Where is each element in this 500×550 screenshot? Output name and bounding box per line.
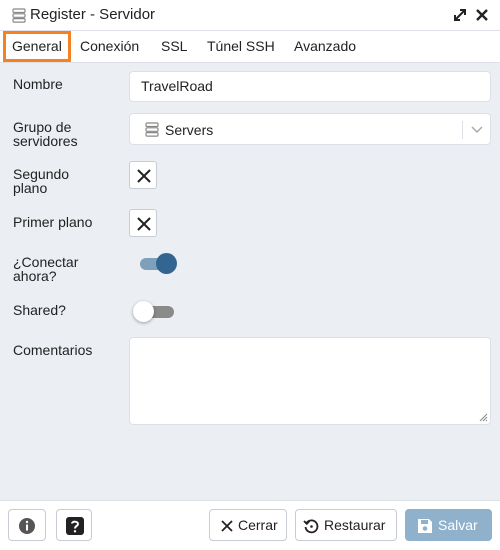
shared-switch[interactable] xyxy=(133,300,174,322)
dialog-titlebar: Register - Servidor xyxy=(0,0,500,31)
grupo-label-line1: Grupo de xyxy=(13,119,72,135)
save-icon xyxy=(418,519,432,533)
grupo-select-value: Servers xyxy=(165,122,214,138)
chevron-down-icon[interactable] xyxy=(470,124,484,136)
grupo-label-line2: servidores xyxy=(13,133,78,149)
segundo-plano-checkbox[interactable] xyxy=(129,161,157,189)
segundo-plano-label-line2: plano xyxy=(13,180,48,196)
tab-bar: General Conexión SSL Túnel SSH Avanzado xyxy=(0,31,500,63)
server-group-icon xyxy=(145,122,159,137)
grupo-select[interactable]: Servers xyxy=(129,113,491,145)
conectar-ahora-switch[interactable] xyxy=(140,252,177,274)
tab-avanzado[interactable]: Avanzado xyxy=(294,31,356,62)
restore-icon xyxy=(303,519,319,534)
dialog-title: Register - Servidor xyxy=(30,6,156,23)
nombre-input[interactable]: TravelRoad xyxy=(129,71,491,102)
salvar-label: Salvar xyxy=(438,517,478,533)
switch-knob xyxy=(133,301,154,322)
close-icon[interactable] xyxy=(474,7,490,23)
info-button[interactable] xyxy=(8,509,46,541)
conectar-ahora-label-line1: ¿Conectar xyxy=(13,254,79,270)
x-mark-icon xyxy=(137,217,151,231)
resize-grip-icon[interactable] xyxy=(478,412,488,422)
tab-ssl[interactable]: SSL xyxy=(161,31,187,62)
salvar-button[interactable]: Salvar xyxy=(405,509,492,541)
help-button[interactable] xyxy=(56,509,92,541)
cerrar-button[interactable]: Cerrar xyxy=(209,509,287,541)
help-icon xyxy=(66,517,84,535)
segundo-plano-label-line1: Segundo xyxy=(13,166,70,182)
comentarios-textarea[interactable] xyxy=(129,337,491,425)
form-panel: Nombre TravelRoad Grupo de servidores Se… xyxy=(0,63,500,500)
switch-knob xyxy=(156,253,177,274)
restaurar-label: Restaurar xyxy=(324,517,386,533)
tab-general[interactable]: General xyxy=(3,31,71,62)
comentarios-label: Comentarios xyxy=(13,342,93,358)
primer-plano-label: Primer plano xyxy=(13,214,93,230)
nombre-label: Nombre xyxy=(13,76,63,92)
primer-plano-checkbox[interactable] xyxy=(129,209,157,237)
shared-label: Shared? xyxy=(13,302,66,318)
tab-conexion[interactable]: Conexión xyxy=(80,31,139,62)
x-mark-icon xyxy=(137,169,151,183)
server-icon xyxy=(12,8,26,23)
close-icon xyxy=(221,520,233,532)
restaurar-button[interactable]: Restaurar xyxy=(295,509,397,541)
cerrar-label: Cerrar xyxy=(238,517,278,533)
tab-tunel-ssh[interactable]: Túnel SSH xyxy=(207,31,275,62)
dialog-footer: Cerrar Restaurar Salvar xyxy=(0,500,500,550)
info-icon xyxy=(19,518,35,534)
maximize-icon[interactable] xyxy=(452,7,468,23)
select-divider xyxy=(462,121,463,139)
conectar-ahora-label-line2: ahora? xyxy=(13,268,57,284)
